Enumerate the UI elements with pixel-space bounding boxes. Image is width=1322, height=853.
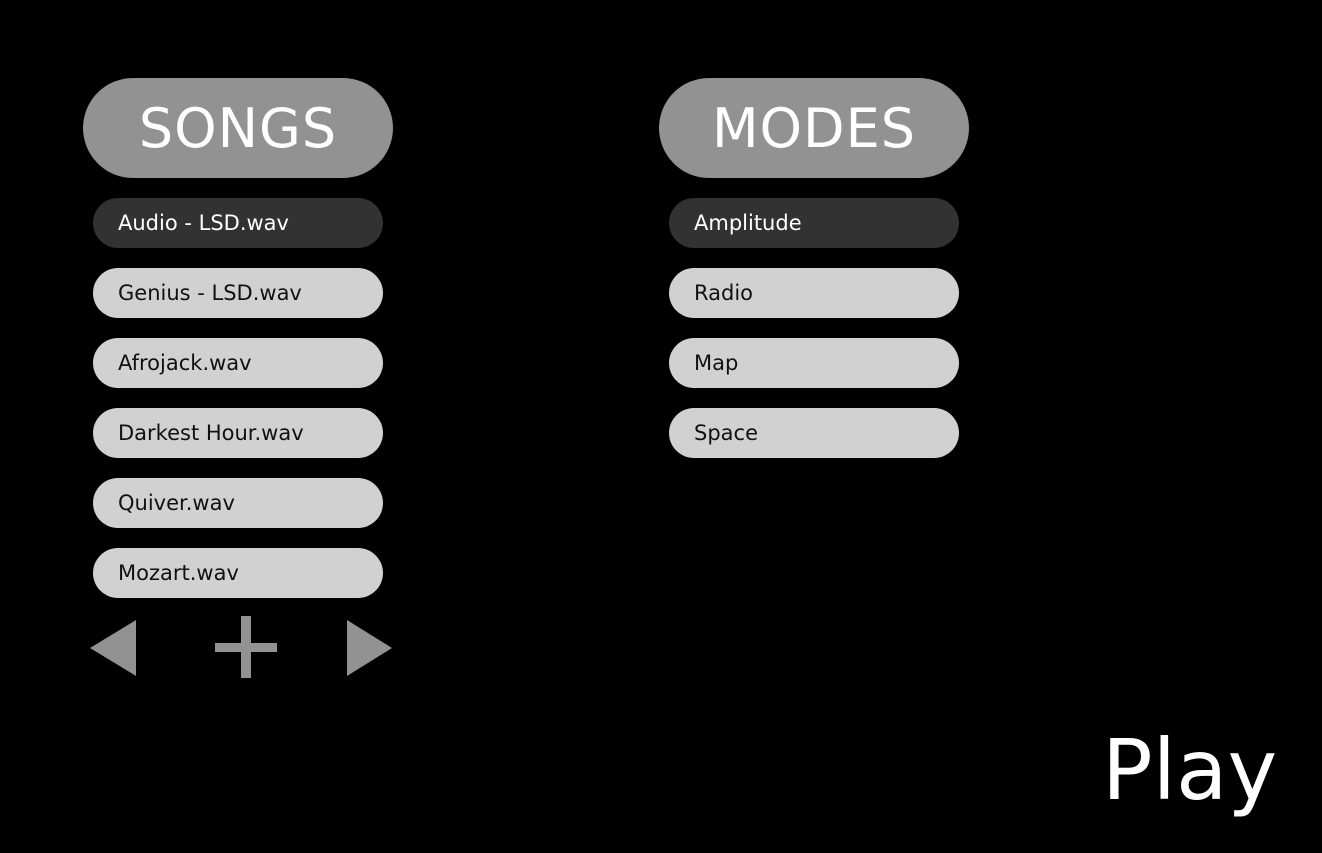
song-item-label: Genius - LSD.wav	[118, 281, 302, 305]
mode-item-label: Map	[694, 351, 739, 375]
mode-item[interactable]: Amplitude	[669, 198, 959, 248]
song-item-label: Mozart.wav	[118, 561, 239, 585]
songs-title: SONGS	[138, 96, 338, 160]
triangle-right-icon	[347, 620, 392, 676]
mode-list: Amplitude Radio Map Space	[669, 198, 959, 478]
songs-header: SONGS	[83, 78, 393, 178]
play-button[interactable]: Play	[1102, 728, 1277, 812]
song-item[interactable]: Audio - LSD.wav	[93, 198, 383, 248]
song-item-label: Quiver.wav	[118, 491, 235, 515]
plus-icon	[215, 616, 277, 678]
modes-header: MODES	[659, 78, 969, 178]
next-page-button[interactable]	[345, 620, 393, 676]
triangle-left-icon	[90, 620, 136, 676]
mode-item[interactable]: Map	[669, 338, 959, 388]
mode-item-label: Radio	[694, 281, 754, 305]
song-item[interactable]: Quiver.wav	[93, 478, 383, 528]
song-item-label: Afrojack.wav	[118, 351, 252, 375]
song-item-label: Darkest Hour.wav	[118, 421, 304, 445]
add-song-button[interactable]	[215, 616, 277, 678]
mode-item-label: Space	[694, 421, 758, 445]
song-item-label: Audio - LSD.wav	[118, 211, 289, 235]
song-item[interactable]: Darkest Hour.wav	[93, 408, 383, 458]
modes-title: MODES	[711, 96, 917, 160]
song-item[interactable]: Afrojack.wav	[93, 338, 383, 388]
song-list: Audio - LSD.wav Genius - LSD.wav Afrojac…	[93, 198, 383, 618]
mode-item-label: Amplitude	[694, 211, 802, 235]
mode-item[interactable]: Radio	[669, 268, 959, 318]
mode-item[interactable]: Space	[669, 408, 959, 458]
previous-page-button[interactable]	[90, 620, 138, 676]
song-item[interactable]: Mozart.wav	[93, 548, 383, 598]
song-item[interactable]: Genius - LSD.wav	[93, 268, 383, 318]
